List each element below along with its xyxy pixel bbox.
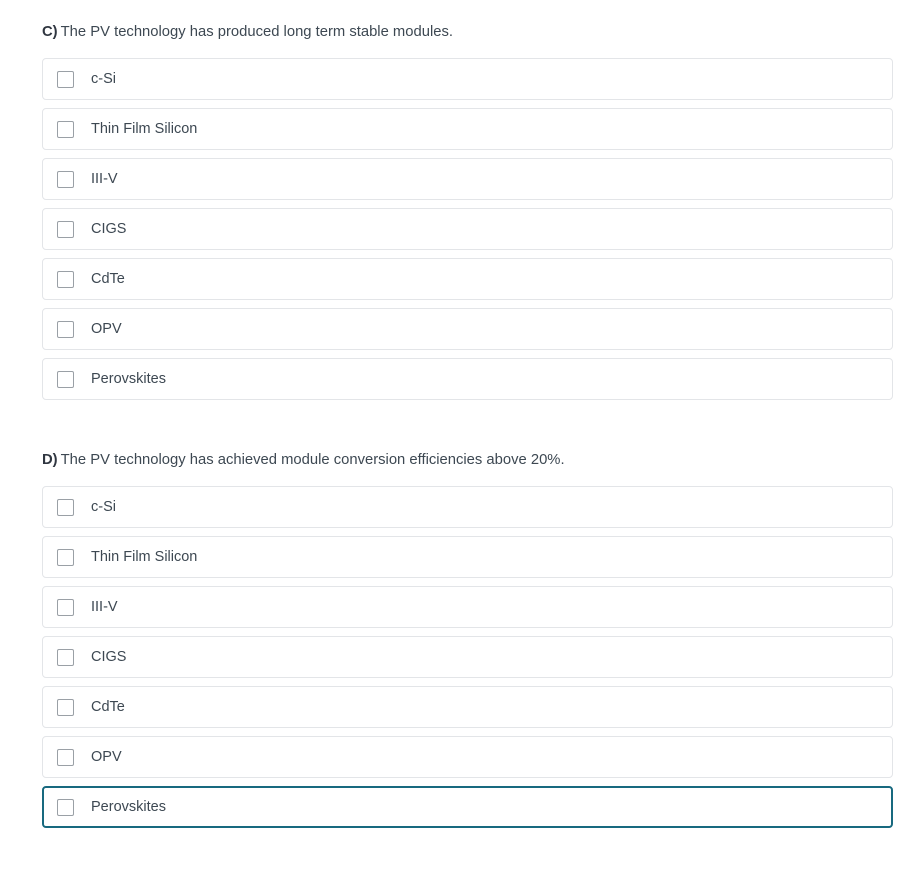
option-label: Perovskites [91, 371, 166, 387]
option-row[interactable]: OPV [42, 736, 893, 778]
checkbox-icon[interactable] [57, 270, 74, 288]
option-row[interactable]: c-Si [42, 486, 893, 528]
question-letter-d: D) [42, 452, 58, 468]
question-letter-c: C) [42, 24, 58, 40]
option-label: III-V [91, 171, 118, 187]
option-row[interactable]: III-V [42, 158, 893, 200]
question-heading-d: D) The PV technology has achieved module … [0, 450, 924, 470]
option-label: CIGS [91, 221, 127, 237]
question-text-d: The PV technology has achieved module co… [60, 452, 565, 468]
checkbox-icon[interactable] [57, 648, 74, 666]
question-block-d: D) The PV technology has achieved module … [0, 400, 924, 828]
survey-page: C) The PV technology has produced long te… [0, 0, 924, 828]
option-row[interactable]: III-V [42, 586, 893, 628]
checkbox-icon[interactable] [57, 698, 74, 716]
option-row[interactable]: Thin Film Silicon [42, 536, 893, 578]
checkbox-icon[interactable] [57, 498, 74, 516]
question-block-c: C) The PV technology has produced long te… [0, 0, 924, 400]
checkbox-icon[interactable] [57, 748, 74, 766]
option-row[interactable]: CIGS [42, 636, 893, 678]
option-row[interactable]: CdTe [42, 258, 893, 300]
option-label: c-Si [91, 499, 116, 515]
option-label: Perovskites [91, 799, 166, 815]
option-label: OPV [91, 749, 122, 765]
checkbox-icon[interactable] [57, 120, 74, 138]
option-row[interactable]: CdTe [42, 686, 893, 728]
question-heading-c: C) The PV technology has produced long te… [0, 22, 924, 42]
option-label: Thin Film Silicon [91, 549, 198, 565]
options-list-c: c-Si Thin Film Silicon III-V CIGS CdTe OPV Per… [0, 58, 924, 400]
checkbox-icon[interactable] [57, 598, 74, 616]
option-row[interactable]: CIGS [42, 208, 893, 250]
checkbox-icon[interactable] [57, 70, 74, 88]
option-row[interactable]: Thin Film Silicon [42, 108, 893, 150]
option-label: CdTe [91, 699, 125, 715]
option-label: III-V [91, 599, 118, 615]
checkbox-icon[interactable] [57, 370, 74, 388]
option-label: OPV [91, 321, 122, 337]
option-label: c-Si [91, 71, 116, 87]
option-row[interactable]: Perovskites [42, 358, 893, 400]
checkbox-icon[interactable] [57, 548, 74, 566]
options-list-d: c-Si Thin Film Silicon III-V CIGS CdTe OPV Per… [0, 486, 924, 828]
question-text-c: The PV technology has produced long term… [60, 24, 453, 40]
option-label: CIGS [91, 649, 127, 665]
option-row[interactable]: OPV [42, 308, 893, 350]
checkbox-icon[interactable] [57, 170, 74, 188]
option-row[interactable]: c-Si [42, 58, 893, 100]
option-label: CdTe [91, 271, 125, 287]
checkbox-icon[interactable] [57, 220, 74, 238]
checkbox-icon[interactable] [57, 798, 74, 816]
option-label: Thin Film Silicon [91, 121, 198, 137]
checkbox-icon[interactable] [57, 320, 74, 338]
option-row[interactable]: Perovskites [42, 786, 893, 828]
